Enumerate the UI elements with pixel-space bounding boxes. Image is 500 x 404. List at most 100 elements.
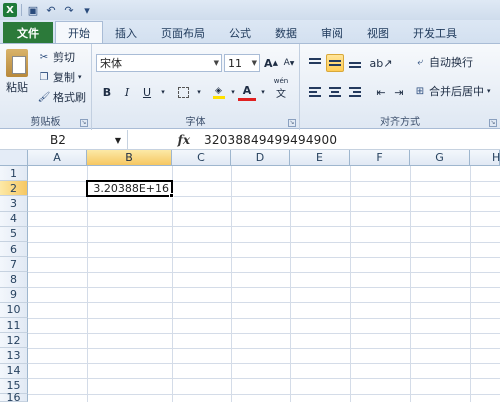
gridline <box>410 166 411 402</box>
gridline <box>28 394 500 395</box>
align-middle-icon <box>329 58 341 68</box>
chevron-down-icon[interactable]: ▾ <box>254 83 272 101</box>
orientation-icon: ab↗ <box>369 56 393 70</box>
align-top-button[interactable] <box>306 54 324 72</box>
column-header-e[interactable]: E <box>290 150 350 166</box>
tab-formulas[interactable]: 公式 <box>217 22 263 43</box>
row-header[interactable]: 7 <box>0 257 28 273</box>
font-size-select[interactable]: 11 ▼ <box>224 54 260 72</box>
tab-insert[interactable]: 插入 <box>103 22 149 43</box>
tab-data[interactable]: 数据 <box>263 22 309 43</box>
increase-indent-icon: ⇥ <box>394 85 404 99</box>
align-center-button[interactable] <box>326 83 344 101</box>
grow-font-button[interactable]: A ▲ <box>262 54 280 72</box>
column-header-b[interactable]: B <box>87 150 172 166</box>
font-group: 宋体 ▼ 11 ▼ A▲ A▼ B I U ▾ ▾ ◈ ▾ A ▾ wén <box>92 44 300 130</box>
tab-developer[interactable]: 开发工具 <box>401 22 469 43</box>
wrap-text-icon: ⤶ <box>417 56 423 68</box>
merge-center-button[interactable]: ⊞ 合并后居中 ▾ <box>414 83 491 99</box>
row-header[interactable]: 8 <box>0 272 28 288</box>
row-header[interactable]: 3 <box>0 196 28 212</box>
grow-font-icon: A <box>264 56 273 70</box>
decrease-indent-icon: ⇤ <box>376 85 386 99</box>
wrap-text-button[interactable]: ⤶ 自动换行 <box>414 54 473 70</box>
tab-file[interactable]: 文件 <box>3 22 53 43</box>
clipboard-group: 粘贴 ✂ 剪切 ❐ 复制 ▾ 🖌 格式刷 剪贴板 ↘ <box>0 44 92 130</box>
format-painter-label: 格式刷 <box>53 91 86 104</box>
row-header[interactable]: 2 <box>0 181 28 197</box>
bold-button[interactable]: B <box>98 83 116 101</box>
cut-button[interactable]: ✂ 剪切 <box>38 49 75 65</box>
row-header[interactable]: 13 <box>0 348 28 364</box>
chevron-down-icon[interactable]: ▾ <box>190 83 208 101</box>
merge-icon: ⊞ <box>415 85 425 97</box>
row-header[interactable]: 10 <box>0 302 28 318</box>
qat-separator <box>21 4 22 16</box>
row-header[interactable]: 14 <box>0 363 28 379</box>
row-header[interactable]: 4 <box>0 211 28 227</box>
chevron-down-icon: ▼ <box>213 59 219 67</box>
column-header-h[interactable]: H <box>470 150 500 166</box>
gridline <box>28 211 500 212</box>
clipboard-launcher-icon[interactable]: ↘ <box>80 119 88 127</box>
tab-page-layout[interactable]: 页面布局 <box>149 22 217 43</box>
undo-icon[interactable]: ↶ <box>44 3 58 17</box>
row-header[interactable]: 5 <box>0 226 28 242</box>
formula-input[interactable]: 32038849499494900 <box>198 130 337 150</box>
formula-bar: B2 ▼ fx 32038849499494900 <box>0 130 500 150</box>
align-right-button[interactable] <box>346 83 364 101</box>
copy-button[interactable]: ❐ 复制 ▾ <box>38 69 82 85</box>
column-header-c[interactable]: C <box>172 150 231 166</box>
row-header[interactable]: 9 <box>0 287 28 303</box>
fill-handle[interactable] <box>169 193 174 198</box>
decrease-indent-button[interactable]: ⇤ <box>372 83 390 101</box>
increase-indent-button[interactable]: ⇥ <box>390 83 408 101</box>
select-all-corner[interactable] <box>0 150 28 166</box>
tab-review[interactable]: 审阅 <box>309 22 355 43</box>
align-bottom-button[interactable] <box>346 54 364 72</box>
wrap-text-label: 自动换行 <box>429 56 473 69</box>
alignment-launcher-icon[interactable]: ↘ <box>489 119 497 127</box>
row-header[interactable]: 12 <box>0 333 28 349</box>
font-name-select[interactable]: 宋体 ▼ <box>96 54 222 72</box>
format-painter-button[interactable]: 🖌 格式刷 <box>38 89 86 105</box>
chevron-down-icon[interactable]: ▾ <box>154 83 172 101</box>
row-header[interactable]: 11 <box>0 318 28 334</box>
clipboard-group-label: 剪贴板 <box>30 117 61 128</box>
cell-b2[interactable]: 3.20388E+16 <box>86 180 173 197</box>
gridline <box>28 287 500 288</box>
gridline <box>87 166 88 402</box>
gridline <box>470 166 471 402</box>
redo-icon[interactable]: ↷ <box>62 3 76 17</box>
column-header-g[interactable]: G <box>410 150 470 166</box>
customize-qat-icon[interactable]: ▾ <box>80 3 94 17</box>
row-header[interactable]: 16 <box>0 391 28 404</box>
phonetic-button[interactable]: wén 文 <box>272 76 290 100</box>
tab-view[interactable]: 视图 <box>355 22 401 43</box>
row-header[interactable]: 6 <box>0 242 28 258</box>
align-bottom-icon <box>349 58 361 68</box>
tab-home[interactable]: 开始 <box>55 21 103 43</box>
column-header-a[interactable]: A <box>28 150 87 166</box>
gridline <box>28 378 500 379</box>
font-launcher-icon[interactable]: ↘ <box>288 119 296 127</box>
phonetic-label: wén <box>273 76 289 85</box>
gridline <box>28 242 500 243</box>
italic-button[interactable]: I <box>118 83 136 101</box>
orientation-button[interactable]: ab↗ <box>369 54 393 72</box>
align-left-button[interactable] <box>306 83 324 101</box>
gridline <box>28 226 500 227</box>
column-header-d[interactable]: D <box>231 150 290 166</box>
paste-button[interactable]: 粘贴 <box>6 49 28 95</box>
align-middle-button[interactable] <box>326 54 344 72</box>
shrink-font-button[interactable]: A ▼ <box>280 54 298 72</box>
column-header-f[interactable]: F <box>350 150 410 166</box>
gridline <box>28 302 500 303</box>
excel-logo-icon: X <box>3 3 17 17</box>
save-icon[interactable]: ▣ <box>26 3 40 17</box>
insert-function-icon[interactable]: fx <box>178 133 190 147</box>
chevron-down-icon: ▼ <box>251 59 257 67</box>
copy-icon: ❐ <box>39 71 49 83</box>
row-header[interactable]: 1 <box>0 166 28 182</box>
name-box[interactable]: B2 ▼ <box>0 130 128 150</box>
